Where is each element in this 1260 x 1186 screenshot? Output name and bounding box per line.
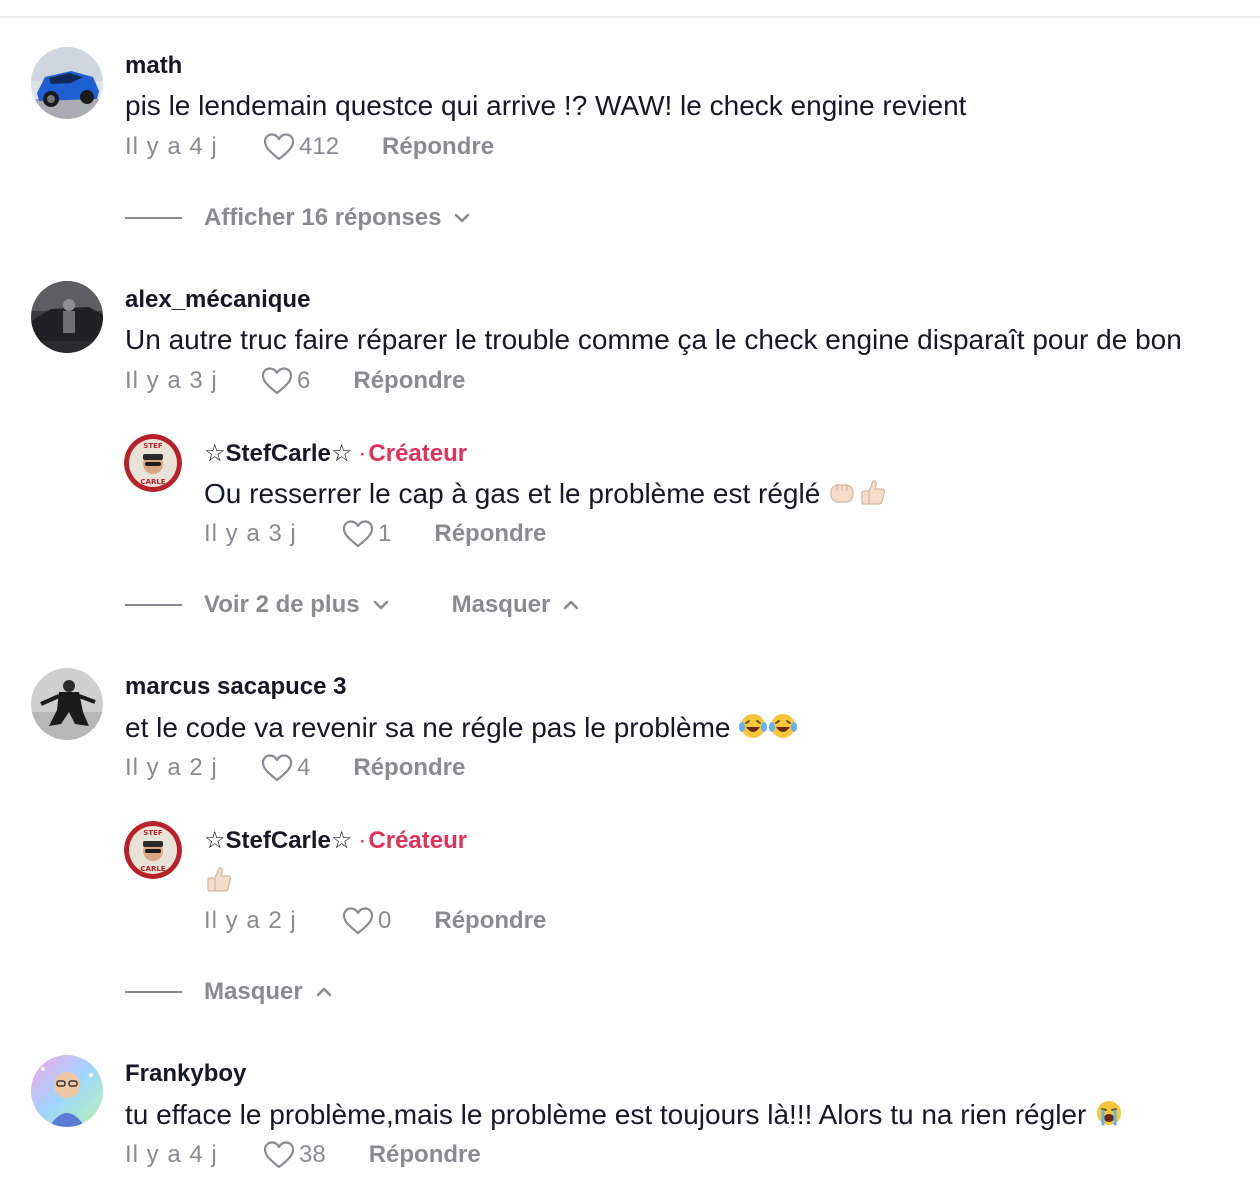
like-button[interactable]: 0 [342, 906, 391, 936]
like-count: 4 [297, 754, 311, 781]
thumbs-up-emoji [204, 864, 234, 901]
comment-text: pis le lendemain questce qui arrive !? W… [125, 90, 967, 121]
reply-text [204, 864, 234, 901]
avatar-alex[interactable] [31, 281, 103, 353]
creator-badge: Créateur [368, 827, 468, 854]
hide-label: Masquer [451, 591, 551, 618]
username[interactable]: marcus sacapuce 3 [125, 673, 346, 701]
separator-dot: · [358, 440, 367, 467]
reply-username-text: ☆StefCarle☆ [204, 827, 353, 854]
like-button[interactable]: 6 [261, 366, 310, 396]
chevron-down-icon [455, 213, 470, 223]
timestamp: Il y a 4 j [125, 1141, 218, 1168]
thread-line [125, 604, 182, 606]
reply-button[interactable]: Répondre [369, 1141, 481, 1169]
reply-meta: Il y a 2 j 0 Répondre [204, 906, 546, 936]
hide-replies-button[interactable]: Masquer [452, 591, 583, 619]
show-replies-label: Afficher 16 réponses [204, 204, 442, 231]
hide-replies-button[interactable]: Masquer [204, 978, 335, 1006]
svg-text:CARLE: CARLE [140, 478, 165, 486]
like-count: 6 [297, 367, 311, 394]
reply-button[interactable]: Répondre [434, 520, 546, 548]
thumbs-up-emoji [858, 477, 888, 514]
avatar-stefcarle[interactable]: STEF CARLE [124, 821, 182, 879]
chevron-up-icon [316, 987, 332, 997]
like-count: 0 [378, 907, 392, 934]
username[interactable]: alex_mécanique [125, 286, 310, 314]
comment-text: Un autre truc faire réparer le trouble c… [125, 324, 1182, 355]
heart-icon [342, 520, 374, 548]
reply-username[interactable]: ☆StefCarle☆ ·Créateur [204, 826, 467, 855]
avatar-stefcarle[interactable]: STEF CARLE [124, 434, 182, 492]
reply-button[interactable]: Répondre [353, 754, 465, 782]
creator-badge: Créateur [368, 440, 468, 467]
timestamp: Il y a 3 j [204, 520, 297, 547]
timestamp: Il y a 2 j [204, 907, 297, 934]
like-count: 1 [378, 520, 392, 547]
heart-icon [261, 367, 293, 395]
reply-button[interactable]: Répondre [353, 367, 465, 395]
reply-username[interactable]: ☆StefCarle☆ ·Créateur [204, 439, 467, 468]
like-count: 412 [299, 133, 340, 160]
comment-meta: Il y a 4 j 412 Répondre [125, 132, 494, 162]
see-more-button[interactable]: Voir 2 de plus [204, 591, 392, 619]
like-count: 38 [299, 1141, 326, 1168]
like-button[interactable]: 1 [342, 519, 391, 549]
avatar-marcus[interactable] [31, 668, 103, 740]
comment-text: tu efface le problème,mais le problème e… [125, 1098, 1124, 1135]
heart-icon [342, 907, 374, 935]
reply-meta: Il y a 3 j 1 Répondre [204, 519, 546, 549]
timestamp: Il y a 2 j [125, 754, 218, 781]
laughing-crying-emoji [738, 711, 768, 748]
comment-meta: Il y a 4 j 38 Répondre [125, 1140, 481, 1170]
reply-button[interactable]: Répondre [382, 133, 494, 161]
separator-dot: · [358, 827, 367, 854]
comment-meta: Il y a 3 j 6 Répondre [125, 366, 465, 396]
svg-text:STEF: STEF [143, 829, 163, 837]
heart-icon [263, 133, 295, 161]
like-button[interactable]: 38 [263, 1140, 326, 1170]
thread-controls: Masquer [125, 978, 335, 1006]
chevron-up-icon [563, 600, 579, 610]
heart-icon [263, 1141, 295, 1169]
thread-controls: Voir 2 de plus Masquer [125, 591, 582, 619]
comment-text-content: et le code va revenir sa ne régle pas le… [125, 712, 731, 743]
see-more-label: Voir 2 de plus [204, 591, 360, 618]
top-divider [0, 16, 1260, 18]
reply-text-content: Ou resserrer le cap à gas et le problème… [204, 478, 821, 509]
chevron-down-icon [373, 600, 388, 610]
thread-line [125, 991, 182, 993]
hide-label: Masquer [204, 978, 303, 1005]
username[interactable]: Frankyboy [125, 1060, 246, 1088]
comment-text: et le code va revenir sa ne régle pas le… [125, 711, 798, 748]
reply-button[interactable]: Répondre [434, 907, 546, 935]
reply-username-text: ☆StefCarle☆ [204, 440, 353, 467]
laughing-crying-emoji [768, 711, 798, 748]
thread-controls: Afficher 16 réponses [125, 204, 473, 232]
thread-line [125, 217, 182, 219]
like-button[interactable]: 4 [261, 753, 310, 783]
like-button[interactable]: 412 [263, 132, 339, 162]
timestamp: Il y a 4 j [125, 133, 218, 160]
show-replies-button[interactable]: Afficher 16 réponses [204, 204, 473, 232]
avatar-frankyboy[interactable] [31, 1055, 103, 1127]
reply-text: Ou resserrer le cap à gas et le problème… [204, 477, 888, 514]
username[interactable]: math [125, 52, 182, 80]
heart-icon [261, 754, 293, 782]
comment-meta: Il y a 2 j 4 Répondre [125, 753, 465, 783]
svg-text:CARLE: CARLE [140, 865, 165, 873]
comment-text-content: tu efface le problème,mais le problème e… [125, 1099, 1087, 1130]
svg-text:STEF: STEF [143, 442, 163, 450]
avatar-math[interactable] [31, 47, 103, 119]
fist-emoji [828, 477, 858, 514]
timestamp: Il y a 3 j [125, 367, 218, 394]
crying-emoji [1094, 1098, 1124, 1135]
